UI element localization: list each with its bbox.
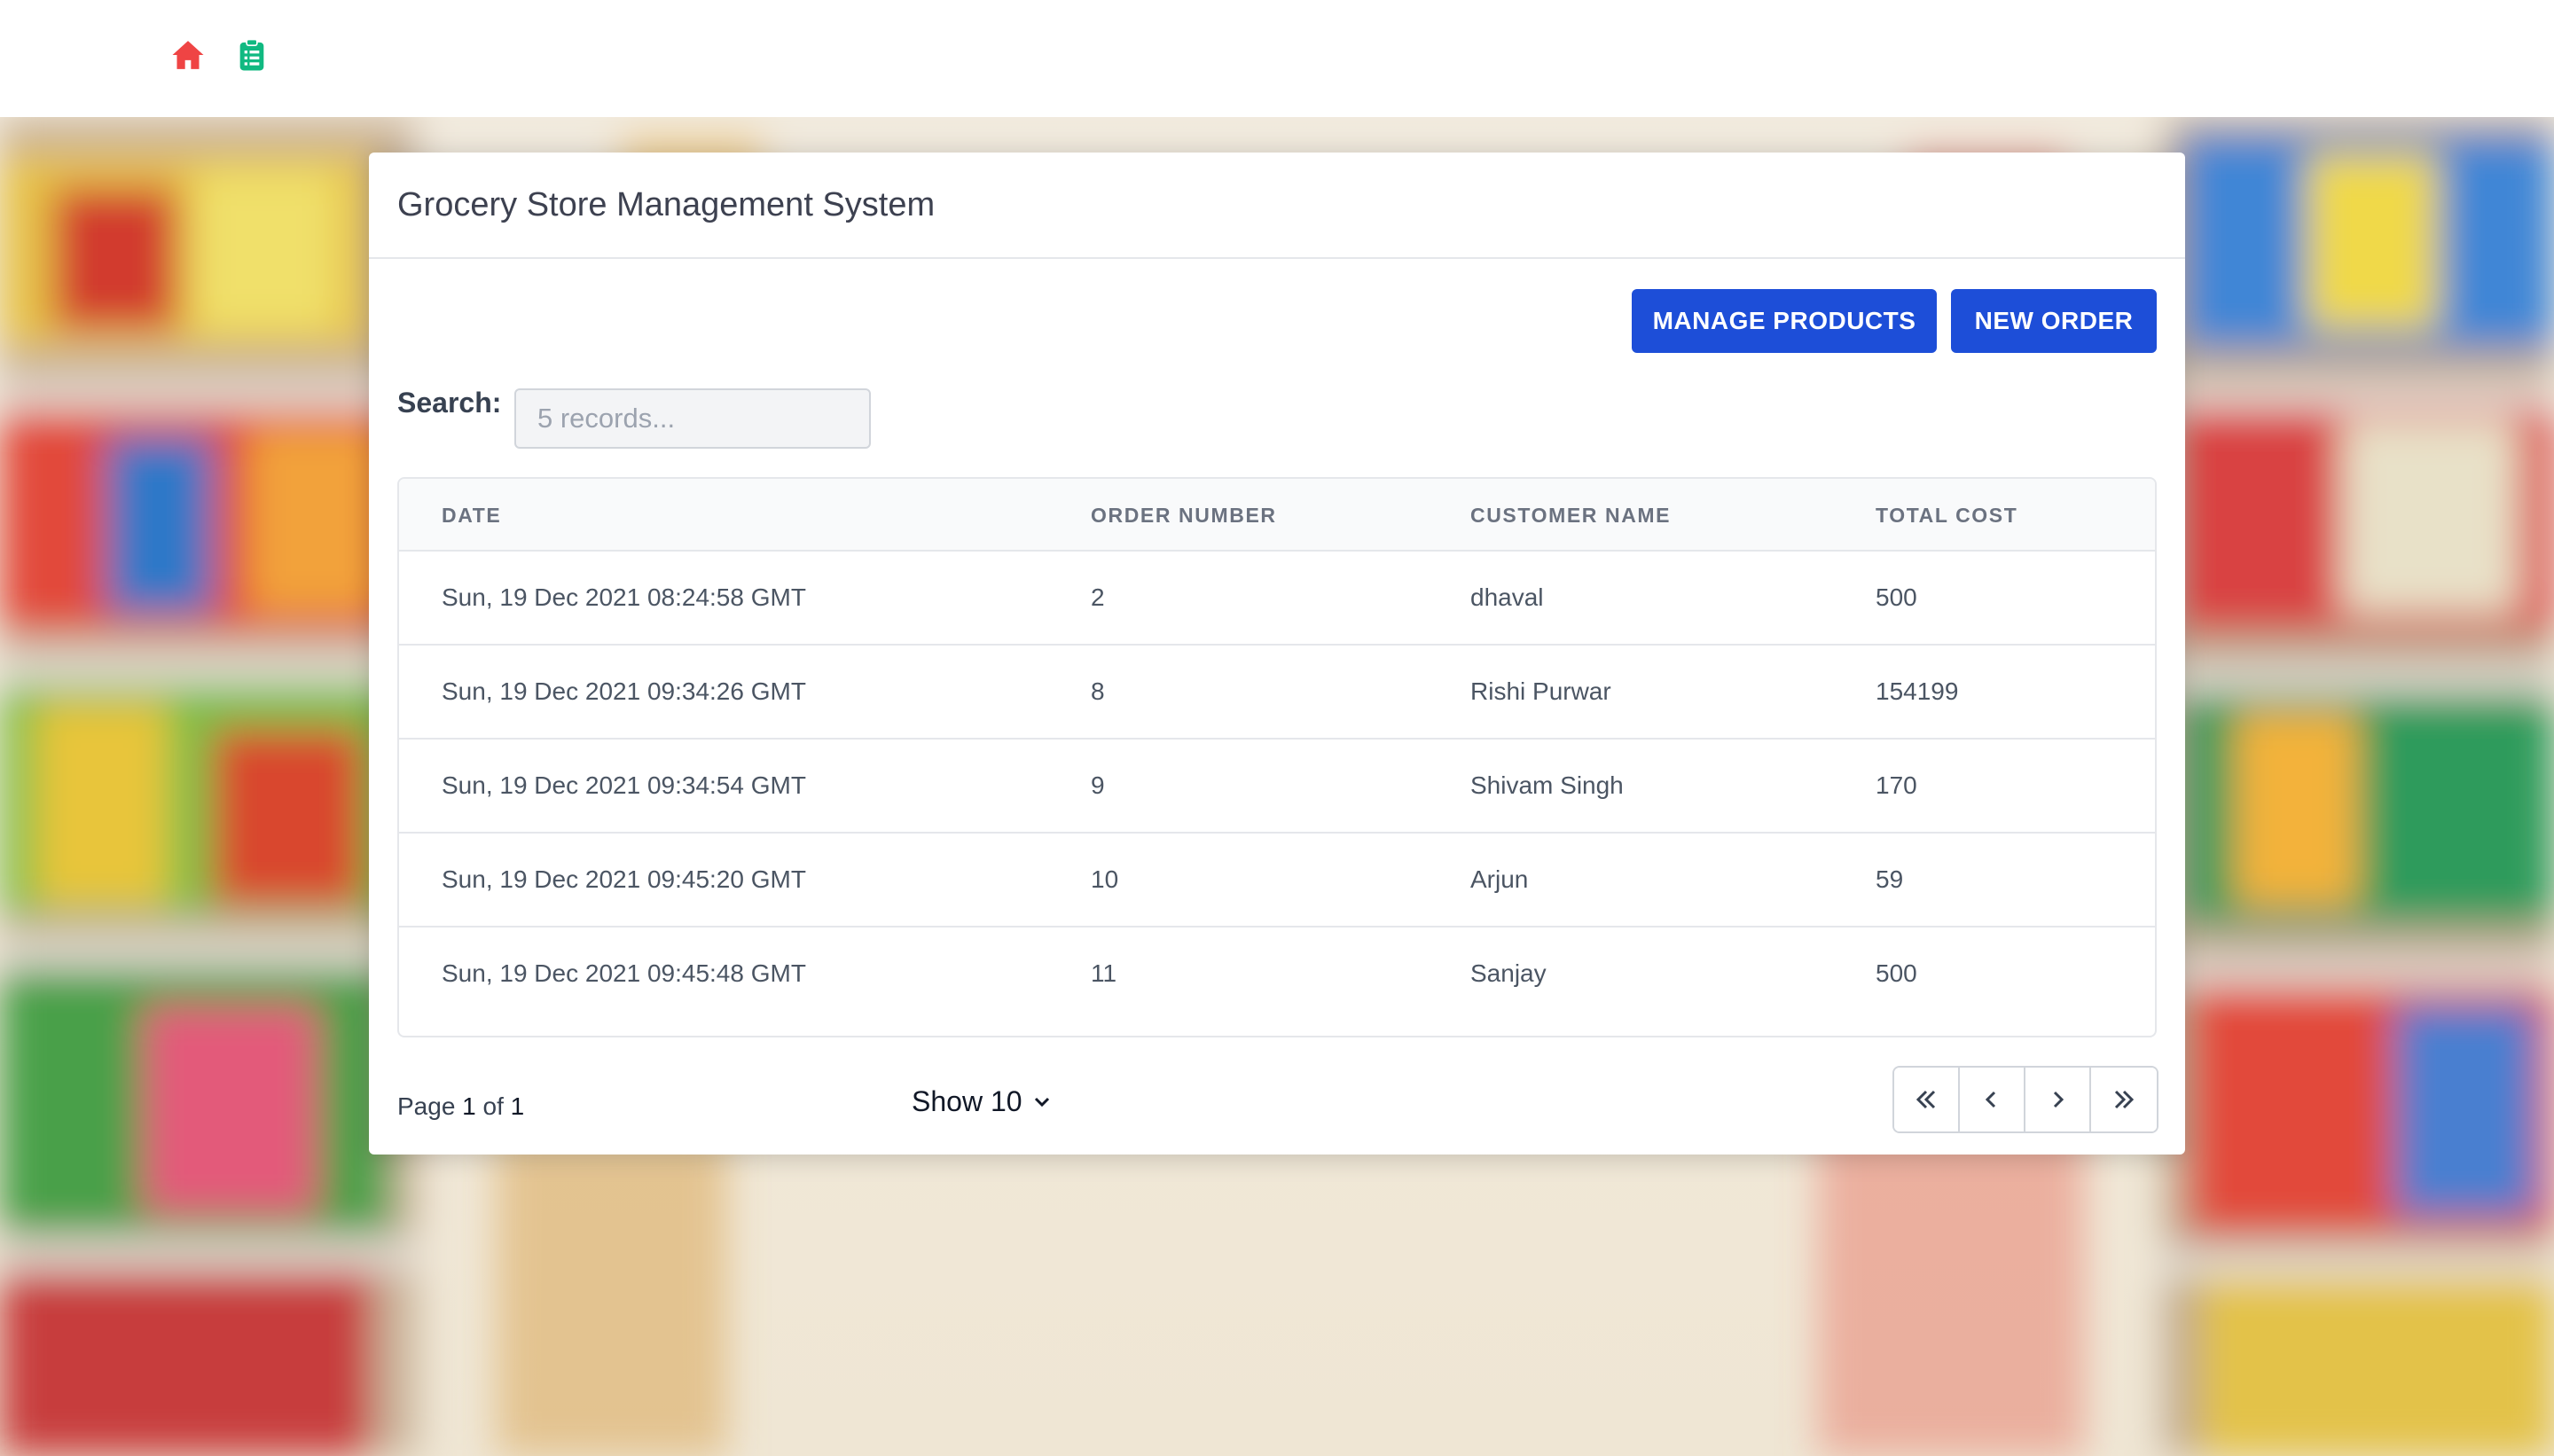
cell-customer-name: dhaval: [1470, 583, 1544, 611]
cell-order-number: 9: [1091, 771, 1105, 799]
manage-products-button[interactable]: MANAGE PRODUCTS: [1632, 289, 1937, 353]
page-size-select[interactable]: Show 10: [912, 1085, 1051, 1118]
page-prefix: Page: [397, 1092, 463, 1120]
cell-date: Sun, 19 Dec 2021 09:45:48 GMT: [442, 959, 806, 987]
cell-date: Sun, 19 Dec 2021 09:45:20 GMT: [442, 865, 806, 893]
column-header-order-number[interactable]: ORDER NUMBER: [1091, 504, 1277, 528]
cell-total-cost: 170: [1876, 771, 1917, 799]
cell-total-cost: 154199: [1876, 677, 1959, 705]
cell-customer-name: Shivam Singh: [1470, 771, 1624, 799]
cell-total-cost: 500: [1876, 583, 1917, 611]
table-row[interactable]: Sun, 19 Dec 2021 08:24:58 GMT 2 dhaval 5…: [399, 552, 2155, 646]
cell-date: Sun, 19 Dec 2021 08:24:58 GMT: [442, 583, 806, 611]
orders-card: Grocery Store Management System MANAGE P…: [369, 153, 2185, 1155]
page-size-label: Show 10: [912, 1085, 1022, 1117]
cell-order-number: 11: [1091, 959, 1117, 987]
cell-customer-name: Arjun: [1470, 865, 1529, 893]
pagination-controls: [1892, 1066, 2158, 1133]
new-order-button[interactable]: NEW ORDER: [1951, 289, 2157, 353]
home-icon[interactable]: [170, 37, 206, 73]
search-input[interactable]: [514, 388, 871, 449]
column-header-date[interactable]: DATE: [442, 504, 501, 528]
cell-order-number: 8: [1091, 677, 1105, 705]
table-row[interactable]: Sun, 19 Dec 2021 09:45:20 GMT 10 Arjun 5…: [399, 834, 2155, 928]
double-chevron-right-icon: [2114, 1090, 2135, 1109]
chevron-right-icon: [2053, 1091, 2064, 1108]
table-header: DATE ORDER NUMBER CUSTOMER NAME TOTAL CO…: [399, 479, 2155, 552]
cell-total-cost: 500: [1876, 959, 1917, 987]
orders-table: DATE ORDER NUMBER CUSTOMER NAME TOTAL CO…: [397, 477, 2157, 1037]
last-page-button[interactable]: [2091, 1068, 2157, 1131]
cell-customer-name: Rishi Purwar: [1470, 677, 1611, 705]
page-title: Grocery Store Management System: [397, 185, 936, 223]
search-label: Search:: [397, 387, 502, 419]
chevron-left-icon: [1985, 1091, 1996, 1108]
chevron-down-icon: [1034, 1097, 1049, 1107]
first-page-button[interactable]: [1894, 1068, 1960, 1131]
column-header-customer-name[interactable]: CUSTOMER NAME: [1470, 504, 1671, 528]
cell-total-cost: 59: [1876, 865, 1904, 893]
table-row[interactable]: Sun, 19 Dec 2021 09:34:54 GMT 9 Shivam S…: [399, 740, 2155, 834]
current-page: 1: [462, 1092, 476, 1120]
table-row[interactable]: Sun, 19 Dec 2021 09:45:48 GMT 11 Sanjay …: [399, 928, 2155, 1022]
previous-page-button[interactable]: [1960, 1068, 2025, 1131]
next-page-button[interactable]: [2025, 1068, 2091, 1131]
card-header: Grocery Store Management System: [369, 153, 2185, 259]
cell-date: Sun, 19 Dec 2021 09:34:26 GMT: [442, 677, 806, 705]
cell-customer-name: Sanjay: [1470, 959, 1547, 987]
table-row[interactable]: Sun, 19 Dec 2021 09:34:26 GMT 8 Rishi Pu…: [399, 646, 2155, 740]
cell-order-number: 2: [1091, 583, 1105, 611]
total-pages: 1: [510, 1092, 525, 1120]
double-chevron-left-icon: [1916, 1090, 1936, 1109]
column-header-total-cost[interactable]: TOTAL COST: [1876, 504, 2017, 528]
page-indicator: Page 1 of 1: [397, 1092, 524, 1121]
clipboard-list-icon[interactable]: [234, 37, 270, 73]
page-of: of: [475, 1092, 511, 1120]
cell-date: Sun, 19 Dec 2021 09:34:54 GMT: [442, 771, 806, 799]
cell-order-number: 10: [1091, 865, 1119, 893]
top-navbar: [0, 0, 2554, 117]
